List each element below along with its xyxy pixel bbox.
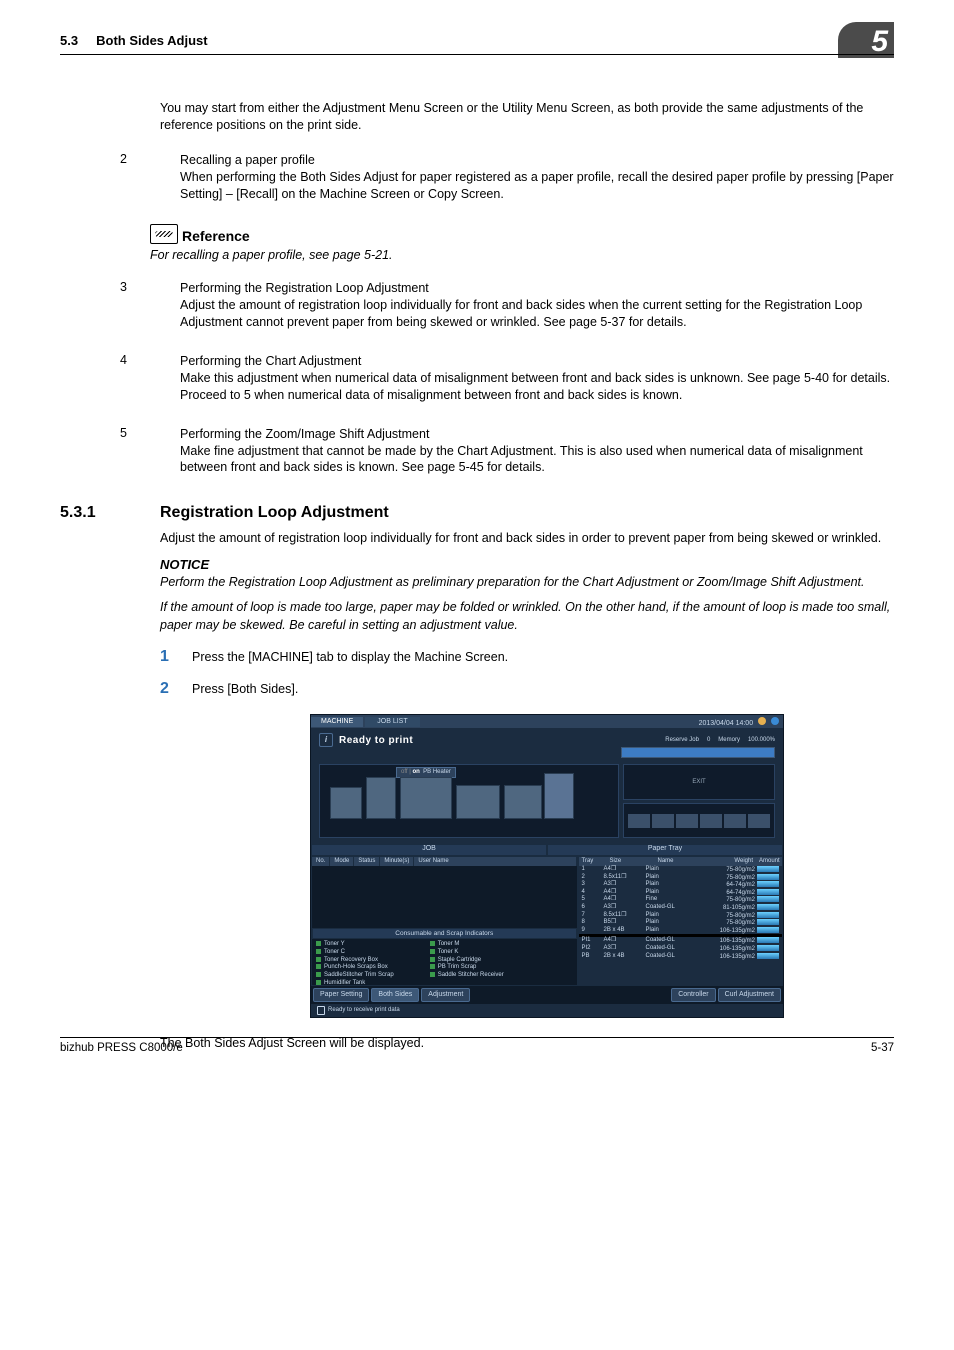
step-4-body1: Make this adjustment when numerical data… — [180, 370, 890, 387]
preview-text: EXIT — [692, 779, 705, 786]
tray-row[interactable]: 1A4❐Plain75-80g/m2 — [579, 866, 782, 874]
consumable-item: Toner Recovery Box — [316, 957, 394, 964]
step-5-title: Performing the Zoom/Image Shift Adjustme… — [180, 426, 894, 443]
consumable-item: Punch-Hole Scraps Box — [316, 964, 394, 971]
tray-row[interactable]: 6A3❐Coated-GL81-105g/m2 — [579, 904, 782, 912]
tray-header: Paper Tray — [547, 844, 783, 856]
consumable-item: Toner C — [316, 949, 394, 956]
consumable-header: Consumable and Scrap Indicators — [312, 928, 577, 939]
instruction-2-number: 2 — [160, 680, 192, 698]
adjustment-button[interactable]: Adjustment — [421, 988, 470, 1002]
consumable-item: PB Trim Scrap — [430, 964, 504, 971]
paper-setting-button[interactable]: Paper Setting — [313, 988, 369, 1002]
curl-adjustment-button[interactable]: Curl Adjustment — [718, 988, 781, 1002]
step-2-title: Recalling a paper profile — [180, 152, 894, 169]
instruction-1-text: Press the [MACHINE] tab to display the M… — [192, 650, 508, 664]
memory-label: Memory — [718, 737, 740, 744]
intro-text: You may start from either the Adjustment… — [160, 100, 894, 134]
reference-title: Reference — [182, 228, 250, 244]
step-2-body: When performing the Both Sides Adjust fo… — [180, 169, 894, 203]
consumable-item: Toner Y — [316, 941, 394, 948]
instruction-1-number: 1 — [160, 648, 192, 666]
notice-1: Perform the Registration Loop Adjustment… — [160, 574, 894, 592]
status-line: Ready to receive print data — [328, 1007, 400, 1014]
consumable-item: Toner K — [430, 949, 504, 956]
step-number-5: 5 — [120, 426, 180, 477]
subsection-number: 5.3.1 — [60, 504, 160, 522]
step-4-title: Performing the Chart Adjustment — [180, 353, 890, 370]
help-icon[interactable] — [771, 717, 779, 725]
consumable-item: SaddleStitcher Trim Scrap — [316, 972, 394, 979]
reserve-value: 0 — [707, 737, 710, 744]
notice-label: NOTICE — [160, 556, 894, 574]
reserve-label: Reserve Job — [665, 737, 699, 744]
footer-left: bizhub PRESS C8000/e — [60, 1042, 183, 1054]
instruction-2-text: Press [Both Sides]. — [192, 682, 298, 696]
job-columns: No.ModeStatusMinute(s)User Name — [312, 857, 577, 866]
warning-icon[interactable] — [758, 717, 766, 725]
chapter-badge: 5 — [838, 22, 894, 58]
tray-columns: TraySizeNameWeightAmount — [579, 857, 782, 866]
pi-row[interactable]: PI1A4❐Coated-GL106-135g/m2 — [579, 937, 782, 945]
section-no: 5.3 — [60, 33, 78, 48]
reference-icon — [150, 224, 178, 244]
step-5-body: Make fine adjustment that cannot be made… — [180, 443, 894, 477]
subsection-title: Registration Loop Adjustment — [160, 504, 389, 522]
consumable-item: Staple Cartridge — [430, 957, 504, 964]
step-number-2: 2 — [120, 152, 180, 203]
job-header: JOB — [311, 844, 547, 856]
tray-row[interactable]: 92B x 4BPlain106-135g/m2 — [579, 927, 782, 935]
step-number-3: 3 — [120, 280, 180, 331]
consumable-item: Saddle Stitcher Receiver — [430, 972, 504, 979]
pi-row[interactable]: PB2B x 4BCoated-GL106-135g/m2 — [579, 953, 782, 961]
step-4-body2: Proceed to 5 when numerical data of misa… — [180, 387, 890, 404]
consumable-item: Toner M — [430, 941, 504, 948]
joblist-tab[interactable]: JOB LIST — [365, 717, 419, 727]
machine-screen-image: MACHINE JOB LIST 2013/04/04 14:00 i Read… — [310, 714, 784, 1018]
tray-row[interactable]: 8B5❐Plain75-80g/m2 — [579, 919, 782, 927]
ready-text: Ready to print — [339, 735, 413, 746]
reference-body: For recalling a paper profile, see page … — [150, 248, 894, 262]
machine-tab[interactable]: MACHINE — [311, 717, 363, 727]
step-3-title: Performing the Registration Loop Adjustm… — [180, 280, 894, 297]
footer-right: 5-37 — [871, 1042, 894, 1054]
section-title: Both Sides Adjust — [96, 33, 207, 48]
tray-row[interactable]: 3A3❐Plain64-74g/m2 — [579, 881, 782, 889]
info-icon: i — [319, 733, 333, 747]
pi-row[interactable]: PI2A3❐Coated-GL106-135g/m2 — [579, 945, 782, 953]
pb-heater-label[interactable]: off | on PB Heater — [396, 767, 456, 778]
controller-button[interactable]: Controller — [671, 988, 715, 1002]
consumable-item: Humidifier Tank — [316, 980, 394, 987]
tray-row[interactable]: 5A4❐Fine75-80g/m2 — [579, 896, 782, 904]
notice-2: If the amount of loop is made too large,… — [160, 599, 894, 634]
lock-icon — [317, 1006, 325, 1015]
page-header: 5.3 Both Sides Adjust 5 — [60, 32, 894, 60]
clock-text: 2013/04/04 14:00 — [699, 720, 754, 727]
memory-value: 100.000% — [748, 737, 775, 744]
step-3-body: Adjust the amount of registration loop i… — [180, 297, 894, 331]
subsection-body-1: Adjust the amount of registration loop i… — [160, 530, 894, 548]
step-number-4: 4 — [120, 353, 180, 404]
both-sides-button[interactable]: Both Sides — [371, 988, 419, 1002]
